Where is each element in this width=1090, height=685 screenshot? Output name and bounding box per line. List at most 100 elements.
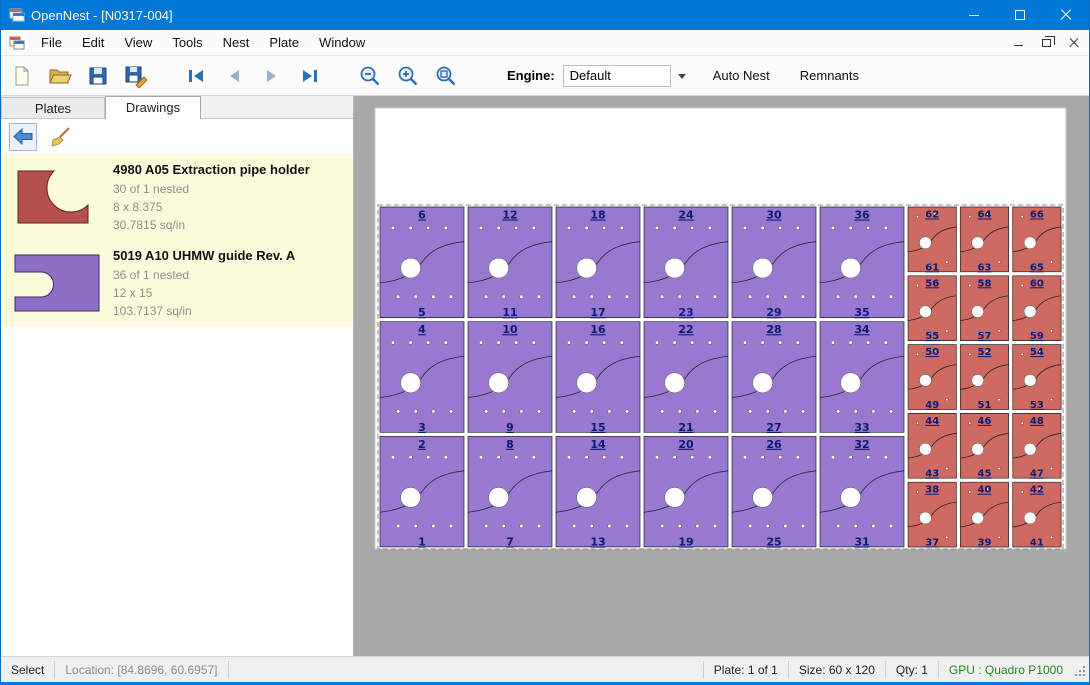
drill-hole xyxy=(690,226,694,230)
last-plate-button[interactable] xyxy=(293,59,327,93)
part-number: 59 xyxy=(1030,331,1044,342)
menu-item-plate[interactable]: Plate xyxy=(259,31,309,54)
status-qty: Qty: 1 xyxy=(886,661,938,679)
part-number: 55 xyxy=(925,331,939,342)
tab-plates[interactable]: Plates xyxy=(1,97,105,118)
nest-cell: 1211 xyxy=(468,207,552,319)
menu-item-edit[interactable]: Edit xyxy=(72,31,114,54)
part-number: 60 xyxy=(1030,278,1044,289)
part-number: 53 xyxy=(1030,400,1044,411)
drill-hole xyxy=(889,524,893,528)
part-number: 36 xyxy=(854,209,870,222)
nest-cell: 3433 xyxy=(820,322,904,434)
remnants-button[interactable]: Remnants xyxy=(792,62,867,89)
menu-item-window[interactable]: Window xyxy=(309,31,375,54)
nest-canvas[interactable]: 6512111817242330293635431091615222128273… xyxy=(354,96,1089,656)
drill-hole xyxy=(673,455,677,459)
drill-hole xyxy=(872,410,876,414)
new-file-icon xyxy=(11,65,33,87)
part-notch xyxy=(665,373,685,393)
part-number: 57 xyxy=(978,331,992,342)
nest-cell: 1413 xyxy=(556,436,640,548)
menu-item-nest[interactable]: Nest xyxy=(213,31,260,54)
part-number: 21 xyxy=(678,421,693,434)
save-button[interactable] xyxy=(81,59,115,93)
drill-hole xyxy=(708,455,712,459)
part-number: 47 xyxy=(1030,469,1044,480)
drill-hole xyxy=(391,226,395,230)
drill-hole xyxy=(409,341,413,345)
part-number: 58 xyxy=(978,278,992,289)
part-notch xyxy=(665,258,685,278)
drill-hole xyxy=(660,295,664,299)
drill-hole xyxy=(916,284,918,286)
drill-hole xyxy=(590,410,594,414)
part-notch xyxy=(972,237,984,249)
part-notch xyxy=(401,487,421,507)
drill-hole xyxy=(567,226,571,230)
zoom-out-button[interactable] xyxy=(353,59,387,93)
drill-hole xyxy=(620,341,624,345)
part-number: 52 xyxy=(978,347,992,358)
part-number: 63 xyxy=(978,262,992,273)
nest-cell: 6463 xyxy=(960,207,1008,273)
part-notch xyxy=(1024,443,1036,455)
minimize-button[interactable] xyxy=(951,0,997,30)
drill-hole xyxy=(766,524,770,528)
drill-hole xyxy=(836,524,840,528)
resize-grip[interactable] xyxy=(1073,660,1089,680)
drill-hole xyxy=(479,226,483,230)
menu-item-tools[interactable]: Tools xyxy=(162,31,212,54)
drill-hole xyxy=(620,455,624,459)
drill-hole xyxy=(690,341,694,345)
save-as-button[interactable] xyxy=(119,59,153,93)
previous-plate-button[interactable] xyxy=(217,59,251,93)
next-plate-button[interactable] xyxy=(255,59,289,93)
part-number: 48 xyxy=(1030,416,1044,427)
nest-cell: 3635 xyxy=(820,207,904,319)
drill-hole xyxy=(585,455,589,459)
open-button[interactable] xyxy=(43,59,77,93)
return-parts-button[interactable] xyxy=(9,123,37,151)
drill-hole xyxy=(916,491,918,493)
menu-item-view[interactable]: View xyxy=(114,31,162,54)
zoom-in-button[interactable] xyxy=(391,59,425,93)
statusbar: Select Location: [84.8696, 60.6957] Plat… xyxy=(1,656,1089,682)
menu-item-file[interactable]: File xyxy=(31,31,72,54)
drawing-size: 12 x 15 xyxy=(113,284,347,302)
mdi-restore-button[interactable] xyxy=(1033,33,1059,53)
drill-hole xyxy=(969,284,971,286)
drawing-item[interactable]: 4980 A05 Extraction pipe holder 30 of 1 … xyxy=(1,154,353,240)
close-button[interactable] xyxy=(1043,0,1089,30)
new-button[interactable] xyxy=(5,59,39,93)
part-number: 42 xyxy=(1030,485,1044,496)
drill-hole xyxy=(784,410,788,414)
drill-hole xyxy=(585,341,589,345)
zoom-fit-button[interactable] xyxy=(429,59,463,93)
maximize-button[interactable] xyxy=(997,0,1043,30)
nest-cell: 2827 xyxy=(732,322,816,434)
auto-nest-button[interactable]: Auto Nest xyxy=(705,62,778,89)
nest-cell: 4645 xyxy=(960,413,1008,479)
part-notch xyxy=(753,487,773,507)
first-plate-button[interactable] xyxy=(179,59,213,93)
part-notch xyxy=(919,512,931,524)
drill-hole xyxy=(585,226,589,230)
clean-button[interactable] xyxy=(47,123,75,151)
drill-hole xyxy=(514,341,518,345)
mdi-close-button[interactable] xyxy=(1061,33,1087,53)
nest-cell: 5049 xyxy=(908,345,956,411)
first-arrow-icon xyxy=(185,65,207,87)
part-number: 39 xyxy=(978,538,992,549)
mdi-minimize-button[interactable] xyxy=(1005,33,1031,53)
drill-hole xyxy=(678,524,682,528)
engine-select[interactable]: Default xyxy=(563,65,671,87)
nest-cell: 43 xyxy=(380,322,464,434)
status-mode: Select xyxy=(1,661,54,679)
drill-hole xyxy=(801,410,805,414)
drill-hole xyxy=(449,410,453,414)
tab-drawings[interactable]: Drawings xyxy=(105,96,201,119)
drill-hole xyxy=(602,226,606,230)
drawing-item[interactable]: 5019 A10 UHMW guide Rev. A 36 of 1 neste… xyxy=(1,240,353,326)
drill-hole xyxy=(831,455,835,459)
